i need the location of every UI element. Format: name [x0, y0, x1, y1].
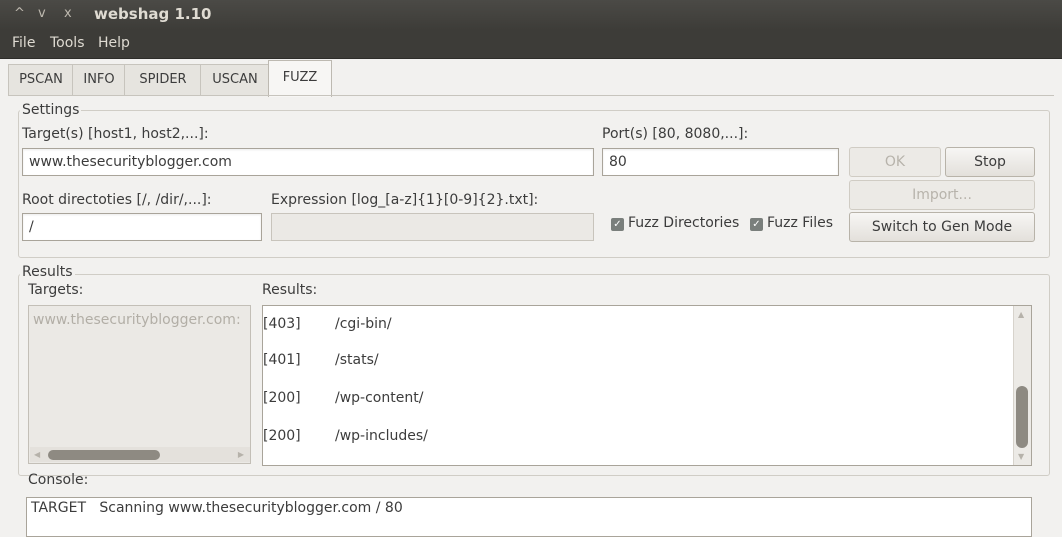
result-path: /cgi-bin/ [335, 316, 392, 332]
tab-info[interactable]: INFO [72, 64, 126, 95]
expression-input[interactable] [271, 213, 594, 241]
menu-help[interactable]: Help [98, 35, 130, 51]
targets-horizontal-scrollbar[interactable]: ◀ ▶ [30, 447, 250, 462]
results-group-title: Results [20, 264, 75, 280]
settings-group-title: Settings [20, 102, 82, 118]
fuzz-files-label[interactable]: Fuzz Files [767, 215, 833, 231]
fuzz-files-checkbox[interactable]: ✓ [750, 218, 763, 231]
tab-pscan[interactable]: PSCAN [8, 64, 74, 95]
results-scroll-thumb[interactable] [1016, 386, 1028, 448]
root-directories-label: Root directoties [/, /dir/,...]: [22, 192, 212, 208]
window-minimize-icon[interactable]: v [38, 6, 46, 21]
targets-input[interactable]: www.thesecurityblogger.com [22, 148, 594, 176]
scroll-left-icon[interactable]: ◀ [34, 450, 40, 459]
console-output[interactable]: TARGET Scanning www.thesecurityblogger.c… [26, 497, 1032, 537]
result-status-code: [403] [263, 316, 301, 332]
switch-to-gen-mode-button[interactable]: Switch to Gen Mode [849, 212, 1035, 242]
expression-label: Expression [log_[a-z]{1}[0-9]{2}.txt]: [271, 192, 539, 208]
import-button[interactable]: Import... [849, 180, 1035, 210]
ok-button[interactable]: OK [849, 147, 941, 177]
results-list[interactable]: [403] /cgi-bin/ [401] /stats/ [200] /wp-… [262, 305, 1032, 466]
result-status-code: [200] [263, 428, 301, 444]
ports-input[interactable]: 80 [602, 148, 839, 176]
fuzz-directories-label[interactable]: Fuzz Directories [628, 215, 739, 231]
title-bar: ^ v x webshag 1.10 [0, 0, 1062, 30]
result-path: /stats/ [335, 352, 379, 368]
tab-fuzz[interactable]: FUZZ [268, 60, 332, 97]
result-row[interactable]: [200] /wp-includes/ [263, 428, 1003, 448]
targets-scroll-thumb[interactable] [48, 450, 160, 460]
tab-spider[interactable]: SPIDER [124, 64, 202, 95]
tab-uscan[interactable]: USCAN [200, 64, 270, 95]
result-path: /wp-includes/ [335, 428, 428, 444]
targets-list-label: Targets: [28, 282, 84, 298]
scroll-right-icon[interactable]: ▶ [238, 450, 244, 459]
result-row[interactable]: [403] /cgi-bin/ [263, 316, 1003, 336]
result-status-code: [401] [263, 352, 301, 368]
stop-button[interactable]: Stop [945, 147, 1035, 177]
menu-tools[interactable]: Tools [50, 35, 85, 51]
result-status-code: [200] [263, 390, 301, 406]
window-maximize-icon[interactable]: ^ [14, 6, 25, 21]
fuzz-directories-checkbox[interactable]: ✓ [611, 218, 624, 231]
targets-list[interactable]: www.thesecurityblogger.com: ◀ ▶ [28, 305, 251, 464]
result-row[interactable]: [401] /stats/ [263, 352, 1003, 372]
scroll-down-icon[interactable]: ▼ [1018, 452, 1024, 461]
menu-bar: File Tools Help [0, 30, 1062, 59]
result-path: /wp-content/ [335, 390, 424, 406]
menu-file[interactable]: File [12, 35, 35, 51]
target-list-item[interactable]: www.thesecurityblogger.com: [33, 312, 241, 328]
targets-label: Target(s) [host1, host2,...]: [22, 126, 209, 142]
console-label: Console: [28, 472, 89, 488]
root-directories-input[interactable]: / [22, 213, 262, 241]
result-row[interactable]: [200] /wp-content/ [263, 390, 1003, 410]
window-close-icon[interactable]: x [64, 6, 72, 21]
ports-label: Port(s) [80, 8080,...]: [602, 126, 749, 142]
results-vertical-scrollbar[interactable]: ▲ ▼ [1013, 306, 1031, 465]
app-window: ^ v x webshag 1.10 File Tools Help PSCAN… [0, 0, 1062, 537]
window-title: webshag 1.10 [94, 5, 212, 23]
console-line: TARGET Scanning www.thesecurityblogger.c… [31, 500, 403, 516]
scroll-up-icon[interactable]: ▲ [1018, 310, 1024, 319]
results-list-label: Results: [262, 282, 318, 298]
